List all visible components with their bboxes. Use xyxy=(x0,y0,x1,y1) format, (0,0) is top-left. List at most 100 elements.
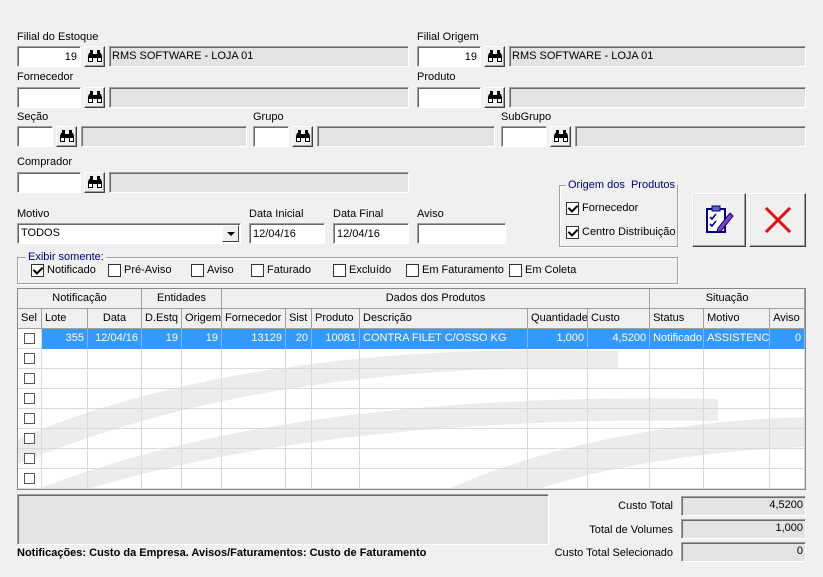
cell-sel[interactable] xyxy=(18,409,42,429)
cell-sel[interactable] xyxy=(18,369,42,389)
subgrupo-code-input[interactable] xyxy=(501,126,547,147)
cell-sist xyxy=(286,449,313,469)
cell-sel[interactable] xyxy=(18,329,42,349)
column-header-quantidade[interactable]: Quantidade xyxy=(528,309,589,329)
exibir-option-notificado[interactable]: Notificado xyxy=(31,264,101,277)
table-row[interactable] xyxy=(18,349,805,369)
filial-estoque-search-button[interactable] xyxy=(84,46,105,67)
chevron-down-icon xyxy=(226,231,235,236)
cell-sel[interactable] xyxy=(18,449,42,469)
produto-name-field xyxy=(509,87,806,108)
column-header-data[interactable]: Data xyxy=(88,309,143,329)
cell-sel[interactable] xyxy=(18,469,42,489)
origem-option-centro-distribuicao[interactable]: Centro Distribuição xyxy=(566,226,676,239)
pre-aviso-checkbox[interactable] xyxy=(108,264,121,277)
cell-data: 12/04/16 xyxy=(88,329,143,349)
confirm-button[interactable] xyxy=(692,193,746,247)
comprador-code-input[interactable] xyxy=(17,172,81,193)
aviso-checkbox[interactable] xyxy=(191,264,204,277)
comprador-search-button[interactable] xyxy=(84,172,105,193)
secao-code-input[interactable] xyxy=(17,126,53,147)
table-row[interactable] xyxy=(18,429,805,449)
cell-sist xyxy=(286,389,313,409)
motivo-select[interactable]: TODOS xyxy=(17,223,241,244)
cell-sel[interactable] xyxy=(18,349,42,369)
exibir-option-pre-aviso[interactable]: Pré-Aviso xyxy=(108,264,178,277)
origem-fornecedor-checkbox[interactable] xyxy=(566,202,579,215)
em-faturamento-checkbox[interactable] xyxy=(406,264,419,277)
excluido-checkbox[interactable] xyxy=(333,264,346,277)
fornecedor-search-button[interactable] xyxy=(84,87,105,108)
notificado-checkbox[interactable] xyxy=(31,264,44,277)
cell-motivo xyxy=(704,449,771,469)
motivo-selected-value: TODOS xyxy=(21,227,60,239)
column-header-status[interactable]: Status xyxy=(650,309,705,329)
table-row[interactable] xyxy=(18,409,805,429)
column-header-aviso[interactable]: Aviso xyxy=(770,309,805,329)
produto-code-input[interactable] xyxy=(417,87,481,108)
column-header-motivo[interactable]: Motivo xyxy=(704,309,771,329)
table-row[interactable] xyxy=(18,389,805,409)
secao-search-button[interactable] xyxy=(56,126,77,147)
motivo-dropdown-button[interactable] xyxy=(222,225,239,242)
row-select-checkbox[interactable] xyxy=(24,393,35,404)
column-header-fornecedor[interactable]: Fornecedor xyxy=(222,309,287,329)
cell-status xyxy=(650,409,705,429)
column-header-origem[interactable]: Origem xyxy=(182,309,223,329)
binoculars-icon xyxy=(553,130,569,143)
cell-origem xyxy=(182,349,223,369)
cell-produto xyxy=(312,449,361,469)
cell-sel[interactable] xyxy=(18,389,42,409)
table-row[interactable] xyxy=(18,449,805,469)
row-select-checkbox[interactable] xyxy=(24,413,35,424)
column-header-custo[interactable]: Custo xyxy=(588,309,651,329)
exibir-option-em-coleta[interactable]: Em Coleta xyxy=(509,264,579,277)
grid-table: Notificação Entidades Dados dos Produtos Si… xyxy=(18,289,805,489)
row-select-checkbox[interactable] xyxy=(24,453,35,464)
excluido-label: Excluído xyxy=(349,264,392,276)
cell-quantidade xyxy=(528,429,589,449)
table-row[interactable]: 355 12/04/16 19 19 13129 20 10081 CONTRA FILET … xyxy=(18,329,805,349)
table-row[interactable] xyxy=(18,469,805,489)
total-volumes-label: Total de Volumes xyxy=(589,524,673,536)
cell-descricao xyxy=(360,469,529,489)
fornecedor-code-input[interactable] xyxy=(17,87,81,108)
exibir-option-faturado[interactable]: Faturado xyxy=(251,264,321,277)
row-select-checkbox[interactable] xyxy=(24,433,35,444)
exibir-option-aviso[interactable]: Aviso xyxy=(191,264,241,277)
cell-custo: 4,5200 xyxy=(588,329,651,349)
row-select-checkbox[interactable] xyxy=(24,353,35,364)
grupo-code-input[interactable] xyxy=(253,126,289,147)
data-inicial-input[interactable] xyxy=(249,223,325,244)
column-header-sel[interactable]: Sel xyxy=(18,309,42,329)
row-select-checkbox[interactable] xyxy=(24,473,35,484)
table-row[interactable] xyxy=(18,369,805,389)
row-select-checkbox[interactable] xyxy=(24,333,35,344)
filial-estoque-code-input[interactable] xyxy=(17,46,81,67)
exibir-option-excluido[interactable]: Excluído xyxy=(333,264,398,277)
cell-descricao: CONTRA FILET C/OSSO KG xyxy=(360,329,529,349)
origem-option-fornecedor[interactable]: Fornecedor xyxy=(566,202,676,215)
em-coleta-checkbox[interactable] xyxy=(509,264,522,277)
column-header-d-estq[interactable]: D.Estq xyxy=(142,309,183,329)
column-header-sist[interactable]: Sist xyxy=(286,309,313,329)
column-header-lote[interactable]: Lote xyxy=(42,309,88,329)
exibir-option-em-faturamento[interactable]: Em Faturamento xyxy=(406,264,504,277)
subgrupo-search-button[interactable] xyxy=(550,126,571,147)
cancel-button[interactable] xyxy=(749,193,806,247)
column-header-descricao[interactable]: Descrição xyxy=(360,309,529,329)
origem-centro-distribuicao-checkbox[interactable] xyxy=(566,226,579,239)
column-header-produto[interactable]: Produto xyxy=(312,309,361,329)
motivo-label: Motivo xyxy=(17,208,50,220)
row-select-checkbox[interactable] xyxy=(24,373,35,384)
filial-origem-code-input[interactable] xyxy=(417,46,481,67)
notifications-grid[interactable]: Notificação Entidades Dados dos Produtos Si… xyxy=(17,288,806,490)
data-final-input[interactable] xyxy=(333,223,409,244)
cell-sel[interactable] xyxy=(18,429,42,449)
faturado-checkbox[interactable] xyxy=(251,264,264,277)
filial-origem-search-button[interactable] xyxy=(484,46,505,67)
grupo-search-button[interactable] xyxy=(292,126,313,147)
produto-search-button[interactable] xyxy=(484,87,505,108)
aviso-input[interactable] xyxy=(417,223,506,244)
cell-status xyxy=(650,429,705,449)
